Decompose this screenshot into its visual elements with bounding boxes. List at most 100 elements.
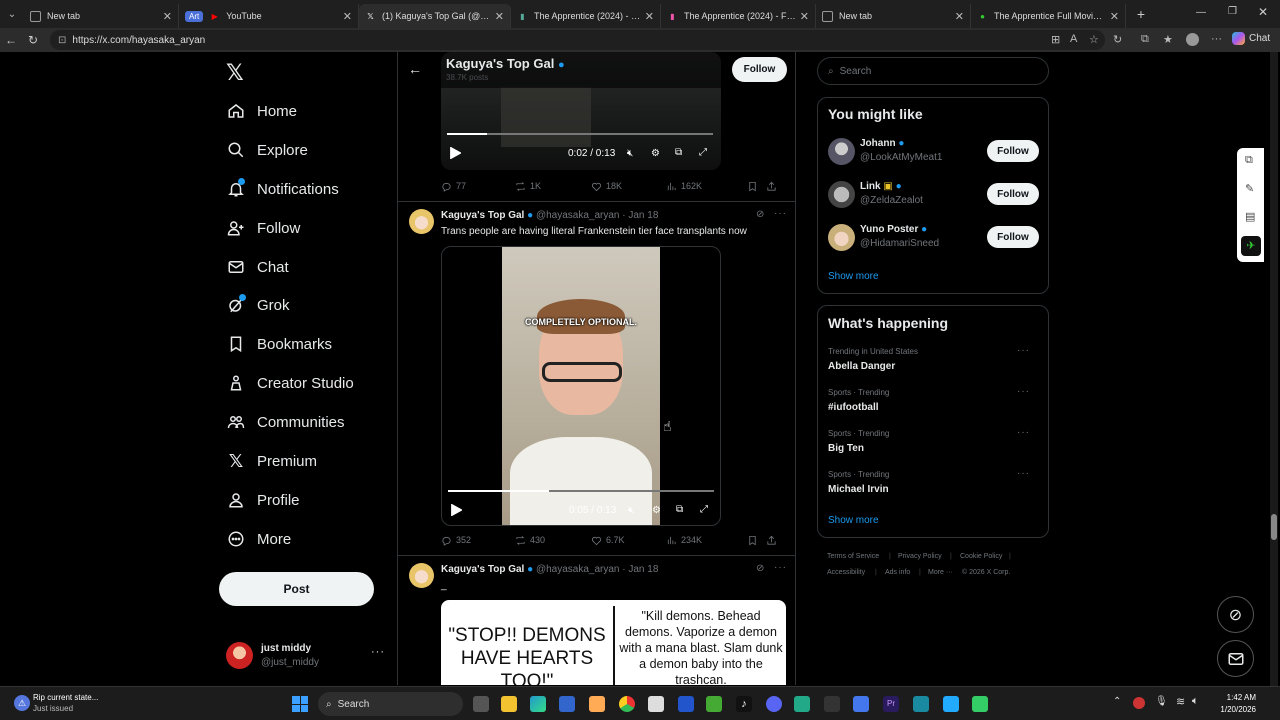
views-button[interactable]: 162K [666, 179, 747, 193]
footer-ads-info[interactable]: Ads info [885, 569, 910, 576]
app-icon[interactable] [972, 696, 988, 712]
tab-apprentice-watch[interactable]: ●The Apprentice Full Movie Watch✕ [971, 4, 1126, 28]
nav-premium[interactable]: 𝕏 Premium [226, 447, 317, 475]
app-icon[interactable] [678, 696, 694, 712]
copy-icon[interactable]: ⧉ [1245, 154, 1253, 167]
post-more-icon[interactable]: ··· [774, 208, 787, 219]
repost-button[interactable]: 430 [515, 533, 591, 547]
fullscreen-icon[interactable]: ⤢ [699, 147, 707, 158]
close-tab-icon[interactable]: ✕ [1110, 10, 1119, 23]
like-button[interactable]: 6.7K [591, 533, 666, 547]
task-view-icon[interactable] [473, 696, 489, 712]
account-more-icon[interactable]: ··· [371, 646, 385, 658]
footer-privacy[interactable]: Privacy Policy [898, 553, 942, 560]
views-button[interactable]: 234K [666, 533, 747, 547]
post-date[interactable]: · Jan 18 [622, 210, 658, 221]
copilot-button[interactable]: Chat [1232, 32, 1270, 45]
chrome-icon[interactable] [619, 696, 635, 712]
maximize-button[interactable]: ❐ [1228, 6, 1237, 17]
nav-more[interactable]: More [226, 525, 291, 553]
video-progress-track[interactable] [448, 490, 714, 492]
settings-more-icon[interactable]: ··· [1211, 33, 1222, 45]
suggestion-yuno-poster[interactable]: Yuno Poster ● @HidamariSneed Follow [828, 224, 1040, 254]
close-window-button[interactable]: ✕ [1258, 5, 1268, 19]
tab-apprentice-filmcave[interactable]: ▮The Apprentice (2024) - FilmCave✕ [661, 4, 816, 28]
messages-floating-button[interactable] [1217, 640, 1254, 677]
scrollbar-thumb[interactable] [1271, 514, 1277, 540]
minimize-button[interactable]: — [1196, 7, 1206, 18]
follow-button[interactable]: Follow [987, 140, 1039, 162]
post[interactable]: Kaguya's Top Gal ● @hayasaka_aryan · Jan… [398, 202, 795, 555]
account-switcher[interactable]: just middy @just_middy ··· [226, 640, 386, 672]
tab-x-profile[interactable]: 𝕏(1) Kaguya's Top Gal (@hayasaka_aryan✕ [359, 4, 511, 28]
nav-home[interactable]: Home [226, 97, 297, 125]
nav-creator-studio[interactable]: Creator Studio [226, 369, 354, 397]
trend-item[interactable]: Trending in United States Abella Danger ··… [828, 345, 1040, 372]
tiktok-icon[interactable]: ♪ [736, 696, 752, 712]
url-field[interactable]: ⊡ https://x.com/hayasaka_aryan [50, 30, 1105, 50]
footer-more[interactable]: More ··· [928, 569, 953, 576]
minecraft-icon[interactable] [706, 696, 722, 712]
close-tab-icon[interactable]: ✕ [343, 10, 352, 23]
video-settings-icon[interactable]: ⚙︎ [652, 505, 661, 516]
trend-item[interactable]: Sports · Trending Big Ten ··· [828, 427, 1040, 454]
notification-widget[interactable]: ⚠ Rip current state... Just issued [12, 691, 132, 717]
close-tab-icon[interactable]: ✕ [495, 10, 504, 23]
nav-follow[interactable]: Follow [226, 214, 300, 242]
tab-group-badge[interactable]: Art [185, 10, 204, 22]
app-available-icon[interactable]: ⊞ [1051, 33, 1060, 46]
trend-more-icon[interactable]: ··· [1017, 427, 1030, 438]
reply-button[interactable]: 77 [441, 179, 515, 193]
site-info-icon[interactable]: ⊡ [58, 35, 66, 46]
trend-item[interactable]: Sports · Trending Michael Irvin ··· [828, 468, 1040, 495]
close-tab-icon[interactable]: ✕ [800, 10, 809, 23]
close-tab-icon[interactable]: ✕ [645, 10, 654, 23]
show-more-link[interactable]: Show more [828, 271, 879, 282]
author-handle[interactable]: @hayasaka_aryan [536, 564, 620, 575]
footer-terms[interactable]: Terms of Service [827, 553, 879, 560]
back-button[interactable]: ← [0, 33, 22, 47]
refresh-extension-icon[interactable]: ↻ [1113, 33, 1122, 46]
picture-in-picture-icon[interactable]: ⧉ [676, 504, 683, 515]
suggestion-johann[interactable]: Johann ● @LookAtMyMeat1 Follow [828, 138, 1040, 168]
meme-image[interactable]: "STOP!! DEMONS HAVE HEARTS TOO!" "Kill d… [441, 600, 786, 685]
tab-apprentice-1shows[interactable]: ▮The Apprentice (2024) - 1Shows✕ [511, 4, 661, 28]
like-button[interactable]: 18K [591, 179, 666, 193]
nav-profile[interactable]: Profile [226, 486, 300, 514]
mute-icon[interactable]: 🔇︎ [628, 505, 634, 516]
tab-youtube[interactable]: Art ▶ YouTube ✕ [179, 4, 359, 28]
share-button[interactable] [766, 533, 781, 547]
trend-more-icon[interactable]: ··· [1017, 386, 1030, 397]
bookmark-button[interactable] [747, 533, 766, 547]
share-button[interactable] [766, 179, 781, 193]
edge-icon[interactable] [530, 696, 546, 712]
taskbar-search[interactable]: ⌕ Search [318, 692, 463, 716]
tab-new-tab-2[interactable]: New tab ✕ [816, 4, 971, 28]
read-aloud-icon[interactable]: A [1070, 33, 1077, 45]
follow-button[interactable]: Follow [732, 57, 787, 82]
trend-more-icon[interactable]: ··· [1017, 345, 1030, 356]
extensions-icon[interactable]: ⧉ [1141, 33, 1149, 46]
footer-cookie[interactable]: Cookie Policy [960, 553, 1002, 560]
post-date[interactable]: · Jan 18 [622, 564, 658, 575]
edit-icon[interactable]: ✎ [1245, 182, 1254, 195]
author-name[interactable]: Kaguya's Top Gal [441, 210, 524, 221]
trend-item[interactable]: Sports · Trending #iufootball ··· [828, 386, 1040, 413]
play-button[interactable] [450, 504, 462, 516]
app-icon[interactable] [824, 696, 840, 712]
microphone-icon[interactable]: 🎙︎ [1155, 696, 1168, 707]
tab-actions-button[interactable]: ⌄ [0, 9, 24, 20]
profile-avatar-icon[interactable] [1186, 33, 1199, 46]
app-icon[interactable] [589, 696, 605, 712]
nav-notifications[interactable]: Notifications [226, 175, 339, 203]
favorite-star-icon[interactable]: ☆ [1089, 33, 1099, 46]
start-button[interactable] [292, 696, 308, 712]
store-icon[interactable] [559, 696, 575, 712]
follow-button[interactable]: Follow [987, 226, 1039, 248]
grok-floating-button[interactable]: ⊘ [1217, 596, 1254, 633]
grok-post-icon[interactable]: ⊘ [756, 563, 764, 574]
close-tab-icon[interactable]: ✕ [163, 10, 172, 23]
show-more-link[interactable]: Show more [828, 515, 879, 526]
video-player[interactable]: COMPLETELY OPTIONAL. 0:05 / 0:13 🔇︎ ⚙︎ ⧉… [441, 246, 721, 526]
play-button[interactable] [449, 147, 461, 159]
